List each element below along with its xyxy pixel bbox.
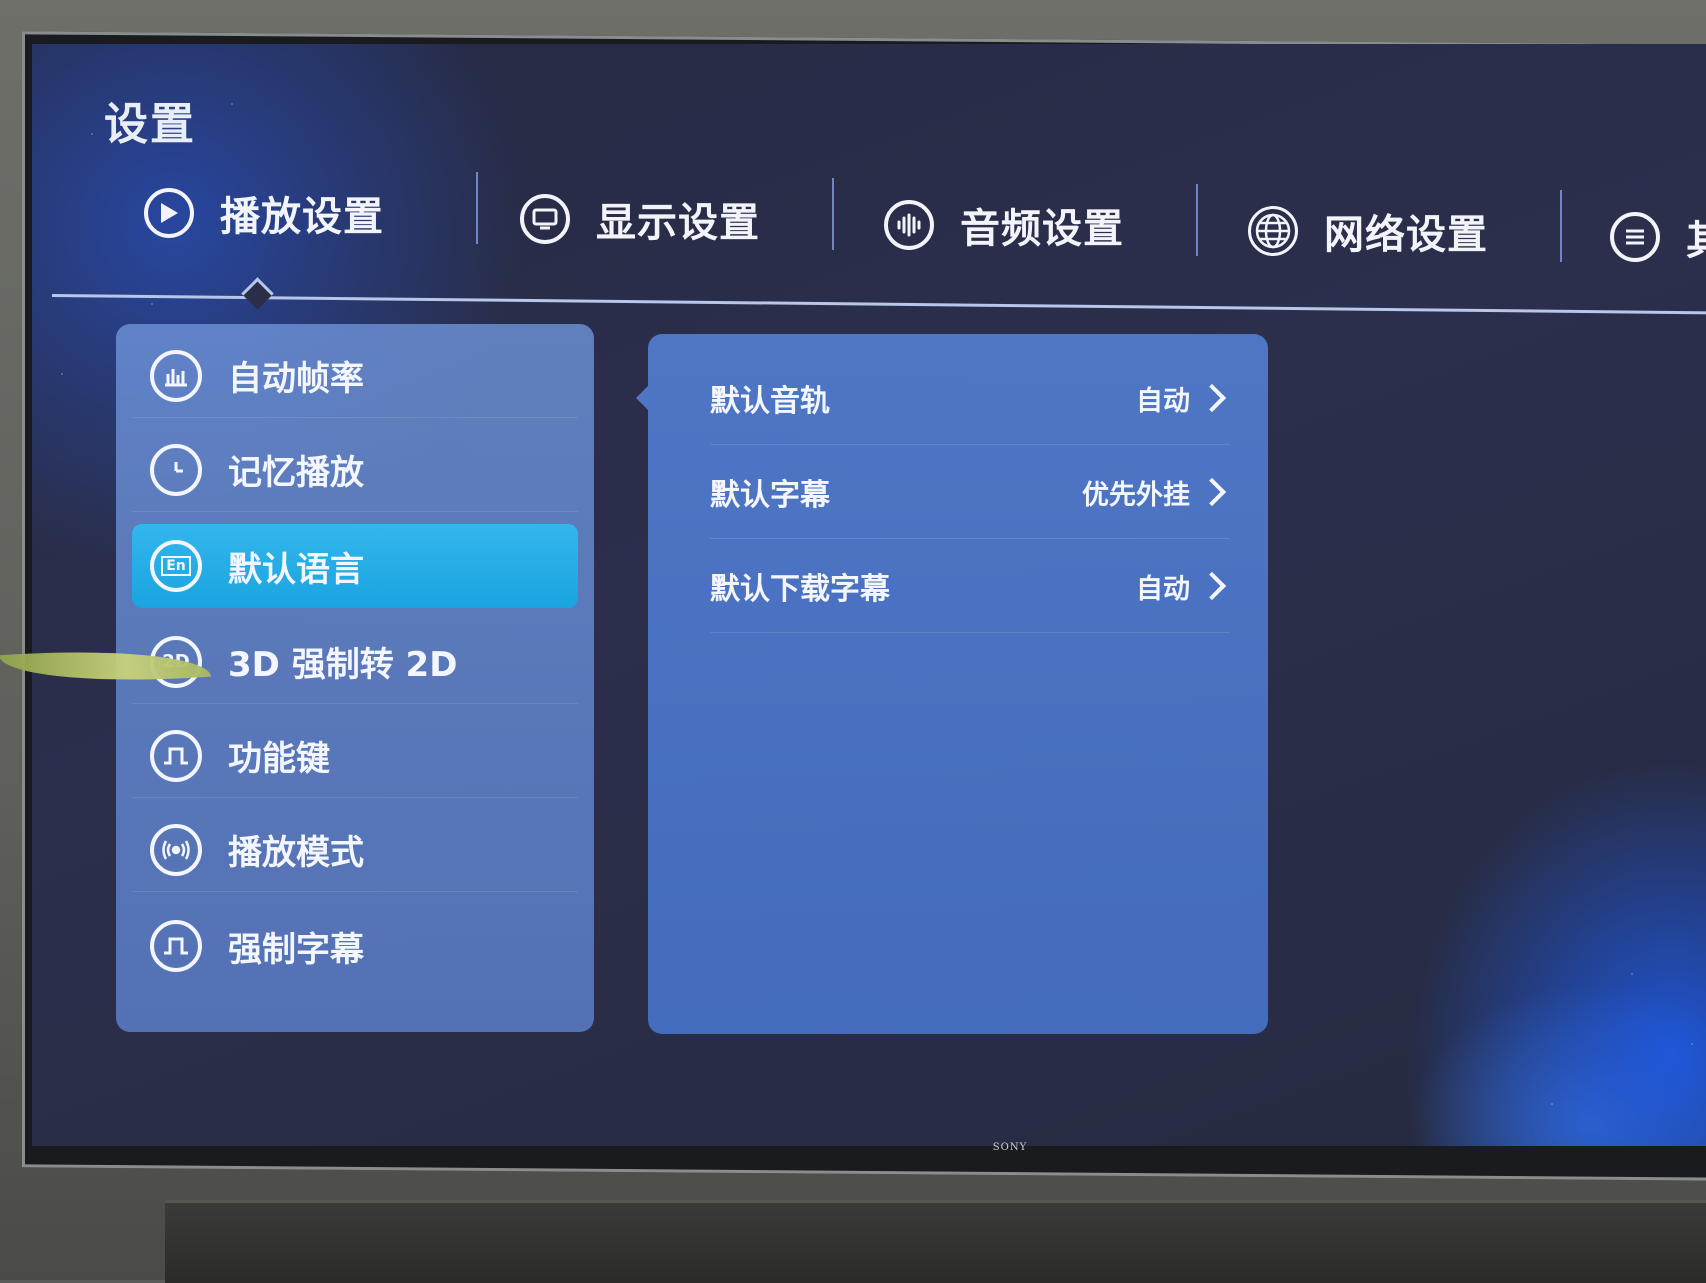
tab-label: 音频设置	[960, 206, 1124, 252]
option-default-audio-track[interactable]: 默认音轨 自动	[710, 352, 1230, 445]
menu-item-function-key[interactable]: 功能键	[132, 714, 578, 798]
option-value: 优先外挂	[1082, 473, 1230, 512]
tab-network-settings[interactable]: 网络设置	[1248, 202, 1488, 260]
chevron-right-icon	[1197, 571, 1227, 601]
option-value: 自动	[1136, 567, 1230, 606]
menu-item-playback-mode[interactable]: 播放模式	[132, 808, 578, 892]
tv-stand	[165, 1200, 1706, 1283]
option-label: 默认字幕	[710, 478, 830, 513]
option-default-subtitle[interactable]: 默认字幕 优先外挂	[710, 446, 1230, 539]
tab-other-settings[interactable]: 其	[1610, 208, 1706, 266]
settings-tabs: 播放设置 显示设置 音频设置 网络设置	[32, 44, 1706, 324]
audio-icon	[884, 200, 934, 250]
broadcast-icon	[150, 823, 202, 876]
language-icon-text: En	[161, 556, 191, 576]
tab-divider	[476, 172, 478, 244]
menu-item-3d-to-2d[interactable]: 2D 3D 强制转 2D	[132, 620, 578, 704]
chevron-right-icon	[1197, 383, 1227, 413]
tab-playback-settings[interactable]: 播放设置	[144, 184, 384, 242]
option-label: 默认下载字幕	[710, 572, 890, 607]
language-options-panel: 默认音轨 自动 默认字幕 优先外挂 默认下载字幕 自动	[636, 334, 1268, 1034]
option-value-text: 优先外挂	[1082, 479, 1190, 511]
globe-icon	[1248, 206, 1298, 256]
chevron-right-icon	[1197, 477, 1227, 507]
tv-brand-logo: SONY	[992, 1142, 1028, 1153]
tab-divider	[1560, 190, 1562, 262]
menu-item-label: 播放模式	[228, 833, 364, 873]
menu-item-label: 强制字幕	[228, 929, 364, 970]
menu-item-resume-playback[interactable]: 记忆播放	[132, 428, 578, 512]
menu-item-forced-subtitles[interactable]: 强制字幕	[132, 904, 578, 988]
option-value: 自动	[1136, 379, 1230, 418]
tab-label: 显示设置	[596, 200, 760, 246]
menu-item-label: 默认语言	[228, 549, 364, 590]
tab-label: 其	[1686, 208, 1706, 266]
frame-rate-icon	[150, 349, 202, 402]
option-value-text: 自动	[1136, 573, 1190, 605]
menu-item-label: 3D 强制转 2D	[228, 645, 458, 685]
menu-item-label: 功能键	[228, 739, 330, 779]
option-value-text: 自动	[1136, 385, 1190, 417]
tab-label: 播放设置	[220, 194, 384, 240]
play-icon	[144, 188, 194, 238]
tab-divider	[1196, 184, 1198, 256]
panel-pointer	[636, 386, 648, 410]
tab-divider	[832, 178, 834, 250]
function-key-icon	[150, 729, 202, 782]
tab-display-settings[interactable]: 显示设置	[520, 190, 760, 248]
display-icon	[520, 194, 570, 244]
option-label: 默认音轨	[710, 384, 830, 419]
option-default-download-subtitle[interactable]: 默认下载字幕 自动	[710, 540, 1230, 633]
subtitle-icon	[150, 920, 202, 972]
tv-screen: 设置 播放设置 显示设置 音频设置 网络设置 自动帧率 记忆播放 En 默认语言…	[32, 44, 1706, 1146]
menu-item-label: 自动帧率	[228, 359, 364, 399]
menu-item-default-language[interactable]: En 默认语言	[132, 524, 578, 608]
menu-item-label: 记忆播放	[228, 453, 364, 493]
menu-icon	[1610, 212, 1660, 262]
menu-item-auto-frame-rate[interactable]: 自动帧率	[132, 334, 578, 418]
tab-audio-settings[interactable]: 音频设置	[884, 196, 1124, 254]
tab-label: 网络设置	[1324, 212, 1488, 258]
language-icon: En	[150, 540, 202, 592]
clock-icon	[150, 443, 202, 496]
